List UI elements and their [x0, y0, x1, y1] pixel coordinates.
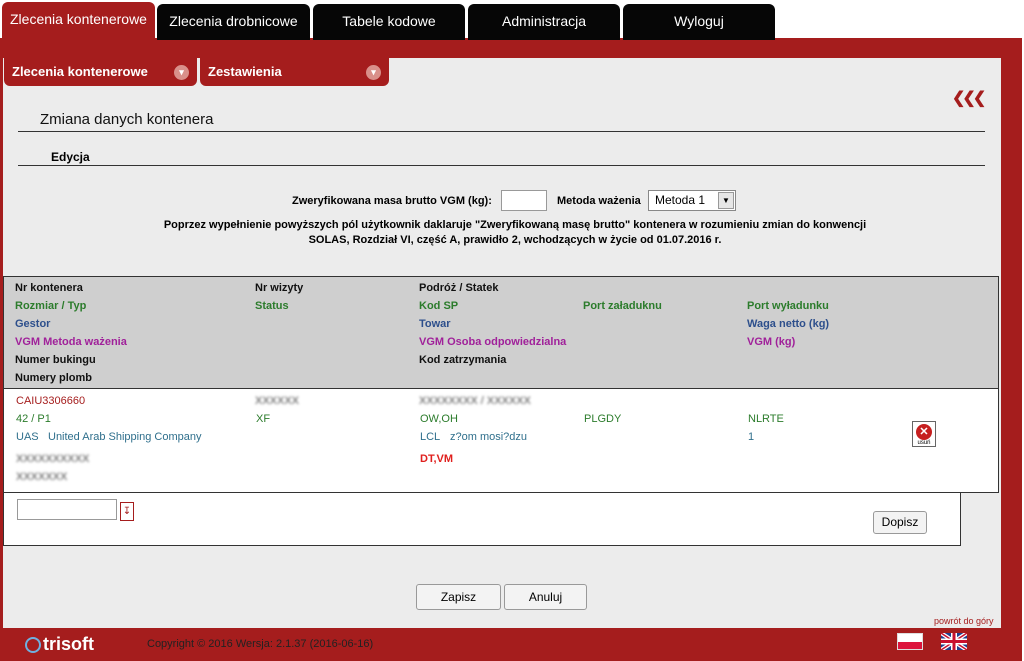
cell-numer-bukingu: XXXXXXXXXX: [16, 453, 90, 465]
chevron-down-icon: ▾: [174, 65, 189, 80]
cell-towar-code: LCL: [420, 431, 441, 443]
subtab-label: Zestawienia: [208, 64, 282, 79]
declaration-line: SOLAS, Rozdział VI, część A, prawidło 2,…: [308, 234, 722, 246]
cell-gestor-name: United Arab Shipping Company: [48, 431, 202, 443]
chevron-down-icon: ▾: [366, 65, 381, 80]
delete-row-button[interactable]: ✕ usuń: [912, 421, 936, 447]
back-to-top-link[interactable]: powrót do góry: [934, 616, 994, 626]
collapse-left-icon[interactable]: ❮❮❮: [952, 88, 986, 108]
save-button[interactable]: Zapisz: [416, 584, 501, 610]
header-vgm-kg: VGM (kg): [747, 336, 796, 348]
header-gestor: Gestor: [15, 318, 51, 330]
cell-gestor-code: UAS: [16, 431, 39, 443]
cell-towar-name: z?om mosi?dzu: [450, 431, 528, 443]
subtab-zestawienia[interactable]: Zestawienia ▾: [200, 58, 389, 86]
seal-input[interactable]: [17, 499, 117, 520]
top-navigation: Zlecenia kontenerowe Zlecenia drobnicowe…: [0, 0, 1024, 40]
cell-waga-netto: 1: [748, 431, 755, 443]
header-waga-netto: Waga netto (kg): [747, 318, 830, 330]
header-kod-zatrzymania: Kod zatrzymania: [419, 354, 507, 366]
tab-administracja[interactable]: Administracja: [468, 4, 620, 40]
cell-rozmiar-typ: 42 / P1: [16, 413, 51, 425]
header-rozmiar-typ: Rozmiar / Typ: [15, 300, 87, 312]
subtab-label: Zlecenia kontenerowe: [12, 64, 148, 79]
header-numery-plomb: Numery plomb: [15, 372, 93, 384]
tab-zlecenia-drobnicowe[interactable]: Zlecenia drobnicowe: [157, 4, 310, 40]
header-port-wyladunku: Port wyładunku: [747, 300, 829, 312]
cell-status: XF: [256, 413, 271, 425]
trisoft-logo: trisoft: [25, 634, 94, 655]
cell-kod-zatrzymania: DT,VM: [420, 453, 453, 465]
cell-nr-wizyty: XXXXXX: [255, 395, 300, 407]
seal-entry-panel: ↧ Dopisz: [3, 493, 961, 546]
page-title: Zmiana danych kontenera: [40, 111, 214, 128]
dopisz-button[interactable]: Dopisz: [873, 511, 927, 534]
declaration-line: Poprzez wypełnienie powyższych pól użytk…: [163, 219, 867, 231]
download-arrow-icon[interactable]: ↧: [120, 502, 134, 521]
cell-numery-plomb: XXXXXXX: [16, 471, 68, 483]
uk-flag-icon[interactable]: [941, 633, 967, 650]
cell-podroz-statek: XXXXXXXX / XXXXXX: [419, 395, 531, 407]
vgm-method-value: Metoda 1: [655, 193, 706, 207]
header-towar: Towar: [419, 318, 451, 330]
divider: [18, 131, 985, 132]
section-title: Edycja: [51, 150, 90, 164]
header-port-zaladunku: Port załaduknu: [583, 300, 662, 312]
vgm-declaration: Poprzez wypełnienie powyższych pól użytk…: [140, 218, 890, 248]
delete-label: usuń: [917, 440, 931, 446]
chevron-down-icon: ▼: [718, 192, 734, 209]
tab-tabele-kodowe[interactable]: Tabele kodowe: [313, 4, 465, 40]
tab-zlecenia-kontenerowe[interactable]: Zlecenia kontenerowe: [2, 2, 155, 40]
vgm-method-select[interactable]: Metoda 1 ▼: [648, 190, 736, 211]
cell-nr-kontenera: CAIU3306660: [16, 395, 86, 407]
polish-flag-icon[interactable]: [897, 633, 923, 650]
header-vgm-metoda: VGM Metoda ważenia: [15, 336, 127, 348]
table-row: CAIU3306660 XXXXXX XXXXXXXX / XXXXXX 42 …: [3, 389, 999, 493]
logo-text: trisoft: [43, 634, 94, 654]
header-vgm-osoba: VGM Osoba odpowiedzialna: [419, 336, 567, 348]
cancel-button[interactable]: Anuluj: [504, 584, 587, 610]
header-nr-wizyty: Nr wizyty: [255, 282, 304, 294]
header-kod-sp: Kod SP: [419, 300, 459, 312]
copyright-text: Copyright © 2016 Wersja: 2.1.37 (2016-06…: [147, 638, 374, 650]
vgm-mass-label: Zweryfikowana masa brutto VGM (kg):: [292, 195, 492, 207]
header-podroz-statek: Podróż / Statek: [419, 282, 499, 294]
close-icon: ✕: [916, 424, 932, 440]
tab-wyloguj[interactable]: Wyloguj: [623, 4, 775, 40]
container-table-header: Nr kontenera Nr wizyty Podróż / Statek R…: [3, 276, 999, 389]
subtab-zlecenia-kontenerowe[interactable]: Zlecenia kontenerowe ▾: [4, 58, 197, 86]
header-status: Status: [255, 300, 289, 312]
logo-mark-icon: [25, 637, 41, 654]
vgm-mass-input[interactable]: [501, 190, 547, 211]
vgm-method-label: Metoda ważenia: [557, 195, 641, 207]
divider: [18, 165, 985, 166]
vgm-form-row: Zweryfikowana masa brutto VGM (kg): Meto…: [0, 190, 1000, 212]
cell-port-wyladunku: NLRTE: [748, 413, 784, 425]
footer: trisoft Copyright © 2016 Wersja: 2.1.37 …: [0, 628, 1022, 661]
header-nr-kontenera: Nr kontenera: [15, 282, 83, 294]
cell-port-zaladunku: PLGDY: [584, 413, 622, 425]
header-numer-bukingu: Numer bukingu: [15, 354, 96, 366]
cell-kod-sp: OW,OH: [420, 413, 458, 425]
